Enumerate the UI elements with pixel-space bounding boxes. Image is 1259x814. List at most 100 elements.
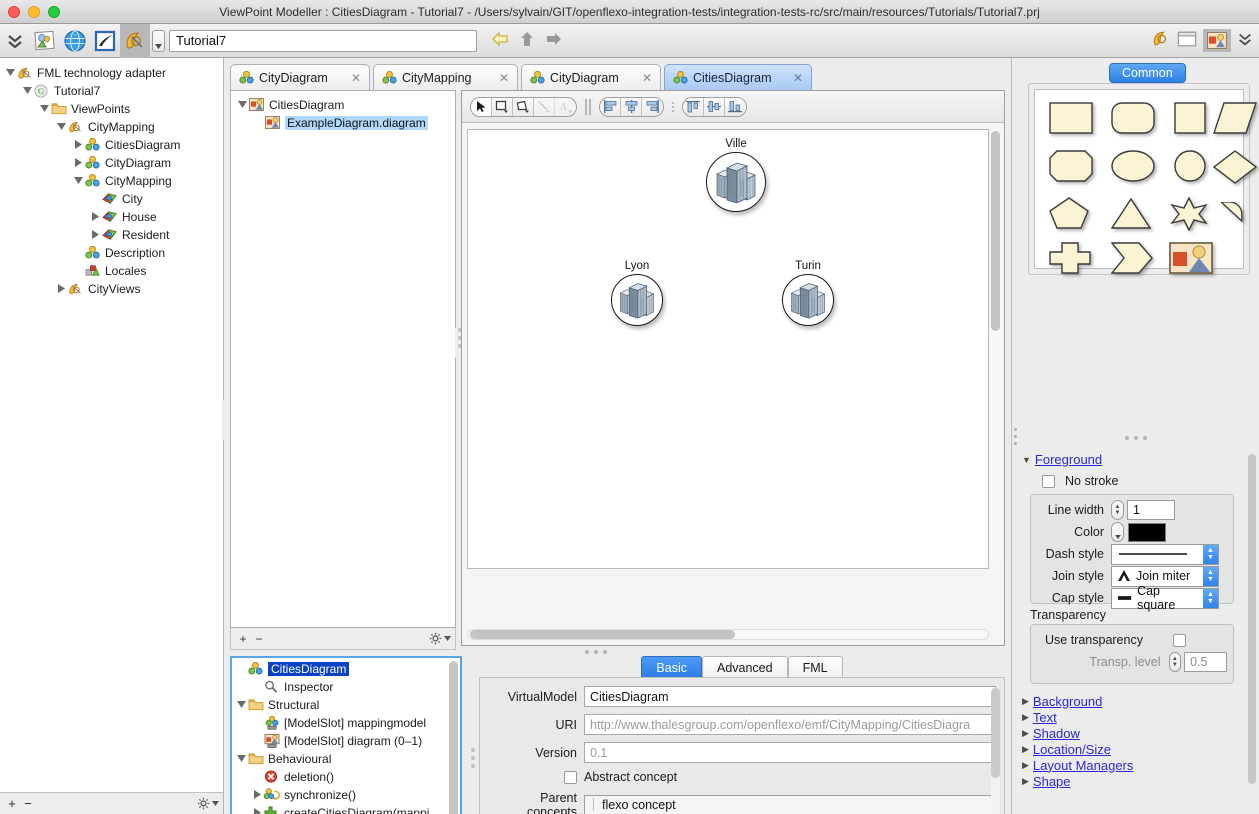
uri-input[interactable]: http://www.thalesgroup.com/openflexo/emf… <box>584 714 996 735</box>
chevron-right-icon[interactable]: ▶ <box>1022 728 1029 739</box>
no-stroke-checkbox[interactable] <box>1042 474 1055 488</box>
close-icon[interactable]: ✕ <box>499 71 509 85</box>
line-width-input[interactable]: 1 <box>1127 500 1175 520</box>
viewpoint-perspective-icon[interactable] <box>1151 29 1171 52</box>
version-input[interactable]: 0.1 <box>584 742 996 763</box>
sidebar-item-resident[interactable]: Resident <box>0 226 223 244</box>
vm-tree-item[interactable]: CitiesDiagram <box>232 660 460 678</box>
color-dropdown-button[interactable] <box>1111 522 1124 542</box>
palette-square-shape[interactable] <box>1174 102 1206 137</box>
tree-twisty[interactable] <box>72 139 85 151</box>
sidebar-item-cityviews[interactable]: CityViews <box>0 280 223 298</box>
diagram-tree-item[interactable]: CitiesDiagram <box>231 96 455 114</box>
tab-citiesdiagram-selected[interactable]: CitiesDiagram ✕ <box>664 64 812 90</box>
vm-tree-item[interactable]: createCitiesDiagram(mappi <box>232 804 460 814</box>
close-icon[interactable]: ✕ <box>642 71 652 85</box>
canvas-vertical-scroll-thumb[interactable] <box>991 131 1000 331</box>
dash-style-combo[interactable]: ▲ ▼ <box>1111 543 1219 565</box>
tree-twisty[interactable] <box>55 283 68 295</box>
palette-chamfered-rectangle-shape[interactable] <box>1049 150 1093 185</box>
inspector-section-label[interactable]: Shadow <box>1033 726 1080 741</box>
close-icon[interactable]: ✕ <box>793 71 803 85</box>
inspector-section-label[interactable]: Location/Size <box>1033 742 1111 757</box>
inspector-section-shadow[interactable]: ▶ Shadow <box>1022 725 1133 741</box>
sidebar-item-house[interactable]: House <box>0 208 223 226</box>
align-left-icon[interactable] <box>600 97 621 116</box>
close-icon[interactable]: ✕ <box>351 71 361 85</box>
palette-pentagon-shape[interactable] <box>1049 197 1089 232</box>
align-middle-vertical-icon[interactable] <box>704 97 725 116</box>
color-swatch[interactable] <box>1128 522 1166 542</box>
rectangle-shape-tool[interactable] <box>492 97 513 116</box>
tree-twisty[interactable] <box>235 754 248 764</box>
tree-twisty[interactable] <box>72 157 85 169</box>
sidebar-item-citymapping[interactable]: CityMapping <box>0 118 223 136</box>
forward-arrow-icon[interactable] <box>545 31 563 50</box>
tree-twisty[interactable] <box>38 104 51 114</box>
vm-tree-item[interactable]: deletion() <box>232 768 460 786</box>
transparency-level-input[interactable]: 0.5 <box>1184 652 1227 672</box>
tree-twisty[interactable] <box>21 86 34 96</box>
inspector-section-label[interactable]: Background <box>1033 694 1102 709</box>
sidebar-item-fml-technology-adapter[interactable]: FML technology adapter <box>0 64 223 82</box>
chevron-right-icon[interactable]: ▶ <box>1022 696 1029 707</box>
sidebar-item-citydiagram[interactable]: CityDiagram <box>0 154 223 172</box>
window-perspective-icon[interactable] <box>1177 30 1197 51</box>
line-width-spinner[interactable]: ▲ ▼ <box>1111 500 1124 520</box>
diagram-tree-item[interactable]: ExampleDiagram.diagram <box>231 114 455 132</box>
tree-twisty[interactable] <box>89 229 102 241</box>
diagram-perspective-icon[interactable] <box>1203 29 1231 52</box>
vm-tree-item[interactable]: [ModelSlot] diagram (0–1) <box>232 732 460 750</box>
toolbar-dropdown-button[interactable] <box>152 29 165 52</box>
tab-citydiagram-2[interactable]: CityDiagram ✕ <box>521 64 661 90</box>
inspector-section-location-size[interactable]: ▶ Location/Size <box>1022 741 1133 757</box>
vm-tree-item[interactable]: Inspector <box>232 678 460 696</box>
diagram-node-turin[interactable]: Turin <box>782 260 834 326</box>
gear-icon[interactable] <box>197 797 219 810</box>
diagram-node-ville[interactable]: Ville <box>706 138 766 212</box>
palette-custom-image-shape[interactable] <box>1169 242 1213 277</box>
center-horizontal-splitter[interactable] <box>585 650 607 654</box>
align-top-icon[interactable] <box>683 97 704 116</box>
tree-twisty[interactable] <box>4 68 17 78</box>
inspector-section-background[interactable]: ▶ Background <box>1022 693 1133 709</box>
project-tree[interactable]: FML technology adapter G Tutorial7 ViewPoin… <box>0 58 223 298</box>
resource-manager-icon[interactable] <box>30 26 60 56</box>
sidebar-item-citiesdiagram[interactable]: CitiesDiagram <box>0 136 223 154</box>
abstract-concept-checkbox[interactable] <box>564 770 577 784</box>
diagram-canvas[interactable]: Ville Lyon Turin <box>467 129 989 569</box>
properties-tab-fml[interactable]: FML <box>787 656 843 678</box>
cap-style-arrow-icon[interactable]: ▲ ▼ <box>1203 588 1218 608</box>
parent-concepts-table[interactable]: flexo concept <box>584 794 996 814</box>
add-button[interactable]: + <box>4 795 20 812</box>
vm-tree-item[interactable]: synchronize() <box>232 786 460 804</box>
chevrons-down-icon[interactable] <box>1237 31 1253 50</box>
up-arrow-icon[interactable] <box>519 31 535 50</box>
sidebar-item-locales[interactable]: Locales <box>0 262 223 280</box>
palette-circle-shape[interactable] <box>1174 150 1206 185</box>
align-right-icon[interactable] <box>642 97 663 116</box>
tree-twisty[interactable] <box>251 807 264 814</box>
properties-tab-advanced[interactable]: Advanced <box>701 656 788 678</box>
tree-twisty[interactable] <box>89 211 102 223</box>
tree-twisty[interactable] <box>72 176 85 186</box>
palette-arc-shape[interactable] <box>1219 201 1245 227</box>
inspector-section-label[interactable]: Layout Managers <box>1033 758 1133 773</box>
tree-twisty[interactable] <box>236 100 249 110</box>
transparency-level-spinner[interactable]: ▲ ▼ <box>1168 652 1182 672</box>
palette-diamond-shape[interactable] <box>1212 150 1258 187</box>
virtualmodel-input[interactable]: CitiesDiagram <box>584 686 996 707</box>
vm-tree-vertical-scrollbar[interactable] <box>449 661 458 814</box>
tab-citymapping-1[interactable]: CityMapping ✕ <box>373 64 518 90</box>
bottom-vertical-splitter[interactable] <box>468 748 477 778</box>
inspector-scrollbar[interactable] <box>1248 454 1256 784</box>
diagram-resource-tree[interactable]: CitiesDiagram ExampleDiagram.diagram <box>230 90 456 628</box>
add-button[interactable]: + <box>235 632 251 646</box>
dash-style-arrow-icon[interactable]: ▲ ▼ <box>1203 544 1218 564</box>
editor-icon[interactable] <box>90 26 120 56</box>
palette-oval-shape[interactable] <box>1111 150 1155 185</box>
back-arrow-icon[interactable] <box>491 31 509 50</box>
select-arrow-tool[interactable] <box>471 97 492 116</box>
chevron-right-icon[interactable]: ▶ <box>1022 760 1029 771</box>
chevrons-down-icon[interactable] <box>0 26 30 56</box>
